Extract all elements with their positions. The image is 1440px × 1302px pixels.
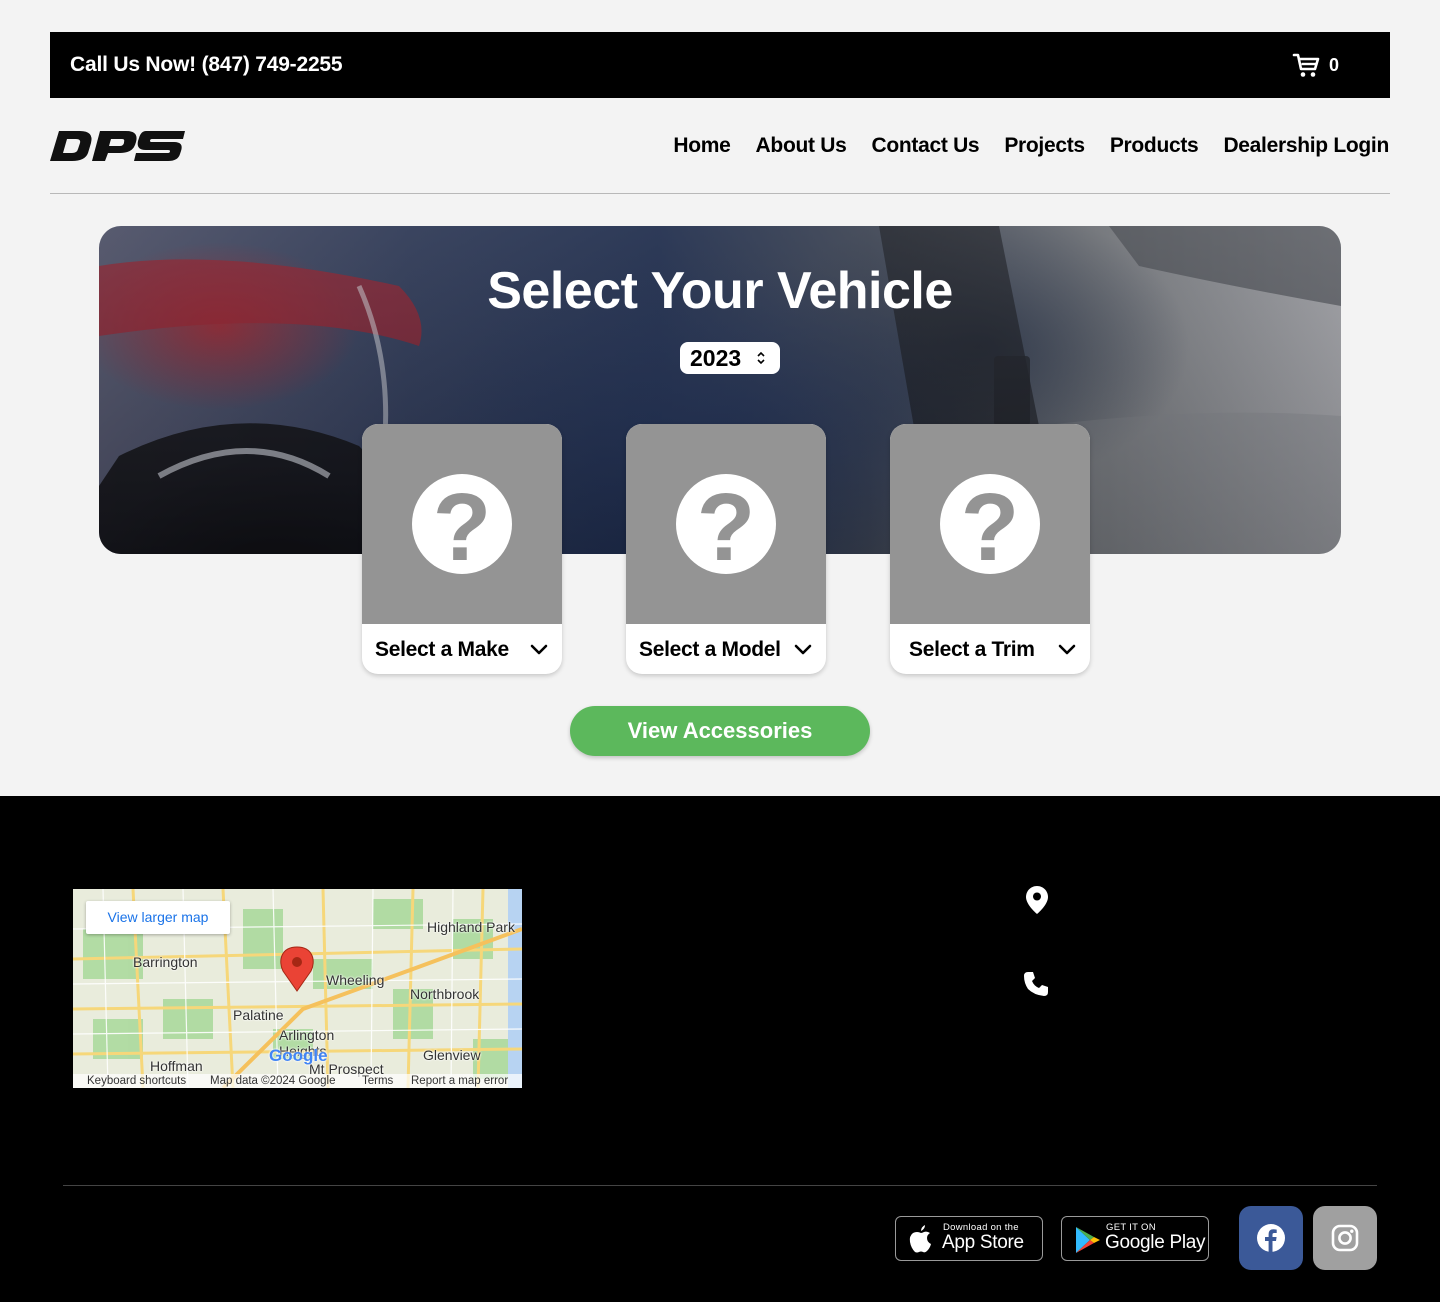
instagram-button[interactable] — [1313, 1206, 1377, 1270]
nav-products[interactable]: Products — [1110, 128, 1199, 164]
top-bar: Call Us Now! (847) 749-2255 0 — [50, 32, 1390, 98]
footer-divider — [63, 1185, 1377, 1186]
google-logo: Google — [269, 1046, 328, 1065]
contact-location-label: Location — [1057, 891, 1128, 910]
nav-home[interactable]: Home — [673, 128, 730, 164]
facebook-button[interactable] — [1239, 1206, 1303, 1270]
model-select-card[interactable]: ? Select a Model — [626, 424, 826, 674]
nav-dealership-login[interactable]: Dealership Login — [1223, 128, 1389, 164]
app-store-big-text: App Store — [942, 1232, 1024, 1253]
footer-link-privacy-policy[interactable]: Privacy Policy — [682, 1090, 810, 1125]
trim-select-label: Select a Trim — [909, 638, 1035, 661]
shopping-cart-icon[interactable] — [1292, 51, 1320, 79]
hero-title: Select Your Vehicle — [487, 262, 953, 320]
footer-link-opt-out[interactable]: Opt Out — [682, 1125, 754, 1160]
main-nav: Home About Us Contact Us Projects Produc… — [673, 128, 1389, 164]
instagram-icon — [1331, 1224, 1359, 1252]
model-select-label: Select a Model — [639, 638, 781, 661]
chevron-down-icon — [1058, 644, 1076, 655]
cart-count: 0 — [1329, 55, 1340, 75]
contact-address-line2: Arlington Heights, IL 60004 — [1021, 941, 1226, 960]
svg-text:?: ? — [961, 474, 1020, 574]
location-map[interactable]: View larger map Highland Park Barrington… — [73, 889, 522, 1088]
copyright: © 2023 Dealer Profit Solutions LLC. — [63, 1207, 396, 1230]
contact-phone-label: Phone — [1057, 975, 1109, 994]
footer-link-home[interactable]: Home — [682, 880, 737, 915]
report-map-error-link[interactable]: Report a map error — [411, 1074, 508, 1088]
map-attribution: Keyboard shortcuts Map data ©2024 Google… — [73, 1074, 522, 1088]
google-play-icon — [1076, 1227, 1100, 1253]
svg-text:?: ? — [433, 474, 492, 574]
map-pin-icon — [1026, 886, 1048, 914]
phone-icon — [1024, 972, 1048, 996]
facebook-icon — [1257, 1224, 1285, 1252]
google-play-big-text: Google Play — [1105, 1232, 1206, 1253]
google-play-badge[interactable]: GET IT ON Google Play — [1061, 1216, 1209, 1261]
terms-link[interactable]: Terms — [362, 1074, 393, 1088]
call-us-phone[interactable]: Call Us Now! (847) 749-2255 — [70, 32, 343, 98]
nav-about-us[interactable]: About Us — [756, 128, 847, 164]
chevron-down-icon — [794, 644, 812, 655]
view-accessories-button[interactable]: View Accessories — [570, 706, 870, 756]
header-divider — [50, 193, 1390, 194]
make-select-card[interactable]: ? Select a Make — [362, 424, 562, 674]
year-value: 2023 — [690, 345, 742, 371]
trim-select-card[interactable]: ? Select a Trim — [890, 424, 1090, 674]
nav-projects[interactable]: Projects — [1004, 128, 1085, 164]
svg-text:?: ? — [697, 474, 756, 574]
map-place-label: Barrington — [133, 954, 198, 970]
question-icon: ? — [676, 474, 776, 574]
footer-link-contact-us[interactable]: Contact Us — [682, 950, 784, 985]
keyboard-shortcuts-link[interactable]: Keyboard shortcuts — [87, 1074, 186, 1088]
question-icon: ? — [412, 474, 512, 574]
map-place-label: Hoffman — [150, 1058, 203, 1074]
footer-location-heading: Location — [72, 830, 208, 867]
dps-logo[interactable] — [50, 128, 186, 164]
map-place-label: Northbrook — [410, 986, 480, 1002]
map-place-label: Highland Park — [427, 919, 515, 935]
footer-link-about-us[interactable]: About Us — [682, 915, 767, 950]
contact-phone-number[interactable]: (847)749-2255 — [1021, 1005, 1133, 1025]
nav-contact-us[interactable]: Contact Us — [871, 128, 979, 164]
question-icon: ? — [940, 474, 1040, 574]
footer-link-gallery[interactable]: Gallery — [682, 985, 747, 1020]
apple-icon — [909, 1225, 931, 1253]
contact-address-line1: 855 West University Drive — [1021, 921, 1217, 940]
view-larger-map-link[interactable]: View larger map — [86, 901, 230, 934]
map-place-label: Glenview — [423, 1047, 481, 1063]
select-arrows-icon — [757, 351, 765, 365]
app-store-badge[interactable]: Download on the App Store — [895, 1216, 1043, 1261]
footer-link-products[interactable]: Products — [682, 1020, 763, 1055]
footer-link-dealership-login[interactable]: Dealership Login — [682, 1055, 837, 1090]
map-place-label: Wheeling — [326, 972, 385, 988]
chevron-down-icon — [530, 644, 548, 655]
footer-contact-heading: Contact Us — [1021, 830, 1193, 867]
map-place-label: Palatine — [233, 1007, 284, 1023]
map-data-credit: Map data ©2024 Google — [210, 1075, 336, 1087]
make-select-label: Select a Make — [375, 638, 509, 661]
footer-quick-links-heading: Quick Links — [682, 830, 866, 867]
year-select[interactable]: 2023 — [680, 342, 780, 374]
